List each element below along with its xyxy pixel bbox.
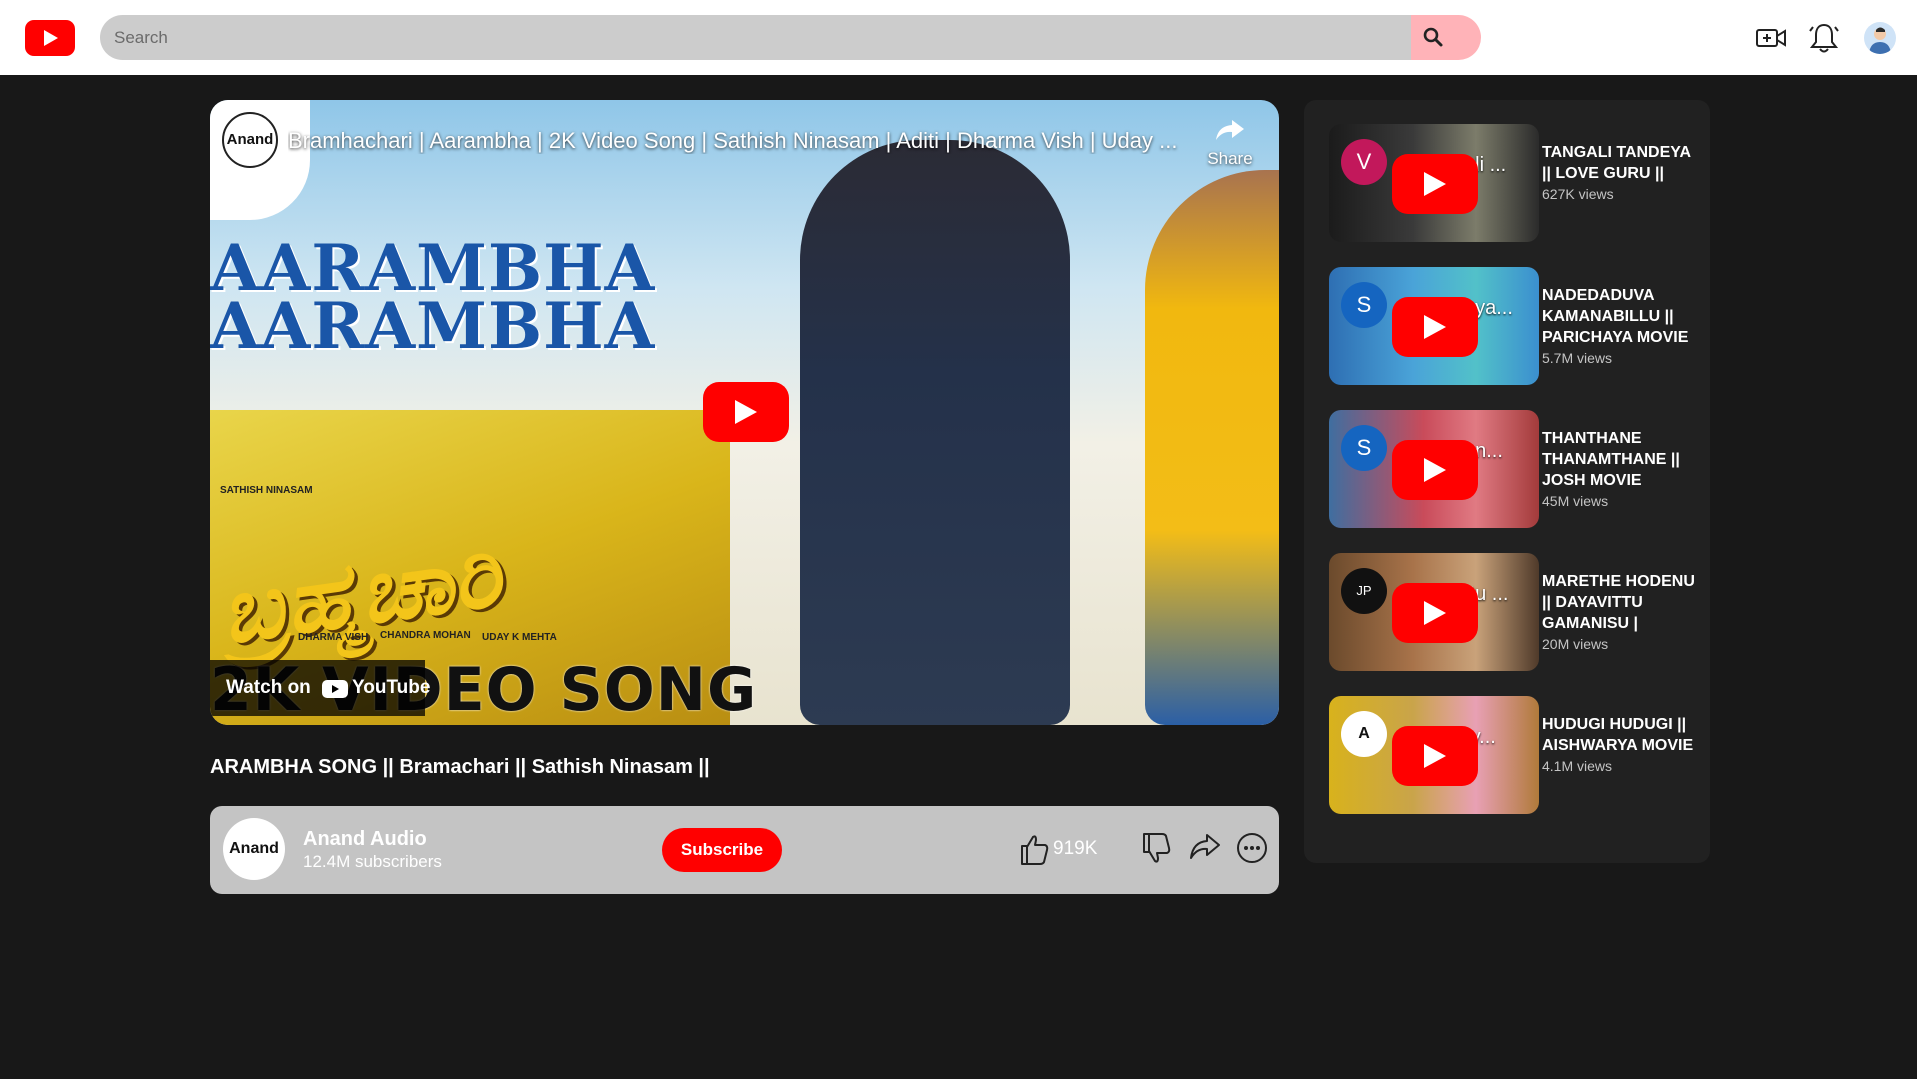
- play-icon: [735, 400, 757, 424]
- channel-bar: Anand Anand Audio 12.4M subscribers Subs…: [210, 806, 1279, 894]
- play-button[interactable]: [703, 382, 789, 442]
- recommendation-title[interactable]: HUDUGI HUDUGI || AISHWARYA MOVIE 4.1M vi…: [1542, 714, 1702, 777]
- recommendation-channel-avatar: V: [1341, 139, 1387, 185]
- thumbnail-person-man: [1145, 170, 1279, 725]
- recommendation-views: 45M views: [1542, 493, 1609, 509]
- recommendation-views: 4.1M views: [1542, 758, 1613, 774]
- like-thumb-icon[interactable]: [1018, 831, 1050, 867]
- recommendation-item[interactable]: JP ttu ... MARETHE HODENU || DAYAVITTU G…: [1329, 553, 1709, 673]
- recommendation-views: 5.7M views: [1542, 350, 1613, 366]
- play-icon: [1424, 744, 1446, 768]
- top-bar: [0, 0, 1917, 75]
- play-button[interactable]: [1392, 297, 1478, 357]
- recommendation-thumbnail[interactable]: A ry...: [1329, 696, 1539, 814]
- share-label: Share: [1207, 149, 1253, 168]
- watch-on-youtube-button[interactable]: Watch on YouTube: [210, 660, 430, 716]
- like-count: 919K: [1053, 838, 1098, 859]
- video-player[interactable]: AARAMBHA AARAMBHA SATHISH NINASAM ಬ್ರಹ್ಮ…: [210, 100, 1279, 725]
- recommendation-channel-avatar: S: [1341, 425, 1387, 471]
- share-icon[interactable]: [1188, 831, 1222, 863]
- play-button[interactable]: [1392, 440, 1478, 500]
- play-icon: [1424, 172, 1446, 196]
- subscribe-button[interactable]: Subscribe: [662, 828, 782, 872]
- more-options-icon[interactable]: [1235, 831, 1269, 865]
- notifications-bell-icon[interactable]: [1806, 20, 1842, 56]
- channel-logo-icon: Anand: [222, 112, 278, 168]
- recommendation-thumbnail[interactable]: V ali ...: [1329, 124, 1539, 242]
- youtube-logo-icon[interactable]: [25, 20, 75, 56]
- search-icon: [1423, 27, 1443, 47]
- share-button[interactable]: Share: [1195, 118, 1265, 169]
- thumbnail-credit-director: CHANDRA MOHAN: [380, 630, 471, 641]
- recommendation-item[interactable]: S aya... NADEDADUVA KAMANABILLU || PARIC…: [1329, 267, 1709, 387]
- play-button[interactable]: [1392, 154, 1478, 214]
- create-video-icon[interactable]: [1753, 20, 1789, 56]
- recommendation-item[interactable]: V ali ... TANGALI TANDEYA || LOVE GURU |…: [1329, 124, 1709, 244]
- video-title: ARAMBHA SONG || Bramachari || Sathish Ni…: [210, 756, 710, 778]
- thumbnail-credit-music: DHARMA VISH: [298, 632, 369, 643]
- recommendation-thumbnail[interactable]: S an...: [1329, 410, 1539, 528]
- play-button[interactable]: [1392, 583, 1478, 643]
- thumbnail-art-title: AARAMBHA AARAMBHA: [210, 231, 656, 364]
- youtube-wordmark: YouTube: [352, 677, 431, 698]
- play-icon: [1424, 601, 1446, 625]
- player-overlay-title[interactable]: Bramhachari | Aarambha | 2K Video Song |…: [288, 128, 1198, 154]
- play-icon: [1424, 458, 1446, 482]
- recommendation-thumbnail[interactable]: S aya...: [1329, 267, 1539, 385]
- recommendation-channel-avatar: S: [1341, 282, 1387, 328]
- search-button[interactable]: [1411, 15, 1481, 60]
- user-icon: [1869, 27, 1891, 54]
- recommendation-title[interactable]: NADEDADUVA KAMANABILLU || PARICHAYA MOVI…: [1542, 285, 1702, 369]
- recommendation-channel-avatar: A: [1341, 711, 1387, 757]
- recommendation-views: 20M views: [1542, 636, 1609, 652]
- play-button[interactable]: [1392, 726, 1478, 786]
- recommendation-channel-avatar: JP: [1341, 568, 1387, 614]
- recommendation-item[interactable]: A ry... HUDUGI HUDUGI || AISHWARYA MOVIE…: [1329, 696, 1709, 816]
- search-input[interactable]: [100, 15, 1412, 60]
- thumbnail-credit-lead: SATHISH NINASAM: [220, 485, 313, 496]
- thumbnail-person-woman: [800, 140, 1070, 725]
- channel-name[interactable]: Anand Audio: [303, 828, 427, 851]
- watch-on-label: Watch on: [226, 677, 311, 698]
- dislike-thumb-icon[interactable]: [1140, 831, 1172, 867]
- youtube-mini-icon: [322, 680, 348, 698]
- recommendation-title[interactable]: THANTHANE THANAMTHANE || JOSH MOVIE 45M …: [1542, 428, 1702, 512]
- channel-avatar[interactable]: Anand: [223, 818, 285, 880]
- thumbnail-credit-producer: UDAY K MEHTA: [482, 632, 557, 643]
- share-arrow-icon: [1216, 120, 1244, 140]
- recommendation-views: 627K views: [1542, 186, 1614, 202]
- subscriber-count: 12.4M subscribers: [303, 852, 442, 871]
- play-icon: [1424, 315, 1446, 339]
- player-channel-logo[interactable]: Anand: [210, 100, 310, 220]
- recommendation-thumbnail[interactable]: JP ttu ...: [1329, 553, 1539, 671]
- recommendations-sidebar: V ali ... TANGALI TANDEYA || LOVE GURU |…: [1304, 100, 1710, 863]
- recommendation-title[interactable]: TANGALI TANDEYA || LOVE GURU || 627K vie…: [1542, 142, 1702, 205]
- user-avatar[interactable]: [1864, 22, 1896, 54]
- recommendation-title[interactable]: MARETHE HODENU || DAYAVITTU GAMANISU | 2…: [1542, 571, 1702, 655]
- recommendation-item[interactable]: S an... THANTHANE THANAMTHANE || JOSH MO…: [1329, 410, 1709, 530]
